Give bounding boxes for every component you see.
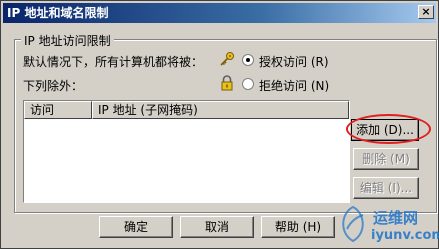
edit-button[interactable]: 编辑 (I)... (353, 177, 419, 199)
group-title: IP 地址访问限制 (21, 32, 114, 49)
access-list[interactable]: 访问 IP 地址 (子网掩码) (23, 100, 350, 203)
title-bar[interactable]: IP 地址和域名限制 × (3, 3, 436, 23)
dialog-title: IP 地址和域名限制 (7, 6, 109, 20)
deny-access-radio[interactable] (242, 78, 254, 90)
close-button[interactable]: × (418, 5, 434, 19)
help-button[interactable]: 帮助 (H) (261, 216, 335, 238)
default-access-label: 默认情况下，所有计算机都将被： (23, 55, 204, 69)
column-header-access[interactable]: 访问 (24, 101, 92, 119)
watermark-logo-icon (342, 205, 364, 243)
lock-icon (221, 75, 233, 91)
dialog-window: IP 地址和域名限制 × IP 地址访问限制 默认情况下，所有计算机都将被： 授… (0, 0, 439, 249)
ok-button[interactable]: 确定 (99, 216, 173, 238)
grant-access-radio[interactable] (242, 54, 254, 66)
except-label: 下列除外： (23, 79, 84, 93)
site-watermark: 运维网 iyunv.com (331, 201, 439, 249)
grant-access-label[interactable]: 授权访问 (R) (259, 53, 329, 70)
watermark-url: iyunv.com (371, 228, 439, 243)
key-icon (220, 52, 234, 66)
cancel-button[interactable]: 取消 (180, 216, 254, 238)
highlight-ellipse (346, 114, 431, 144)
column-header-ip-address[interactable]: IP 地址 (子网掩码) (92, 101, 349, 119)
remove-button[interactable]: 删除 (M) (353, 148, 419, 170)
watermark-cn: 运维网 (373, 209, 419, 227)
deny-access-label[interactable]: 拒绝访问 (N) (259, 77, 329, 94)
